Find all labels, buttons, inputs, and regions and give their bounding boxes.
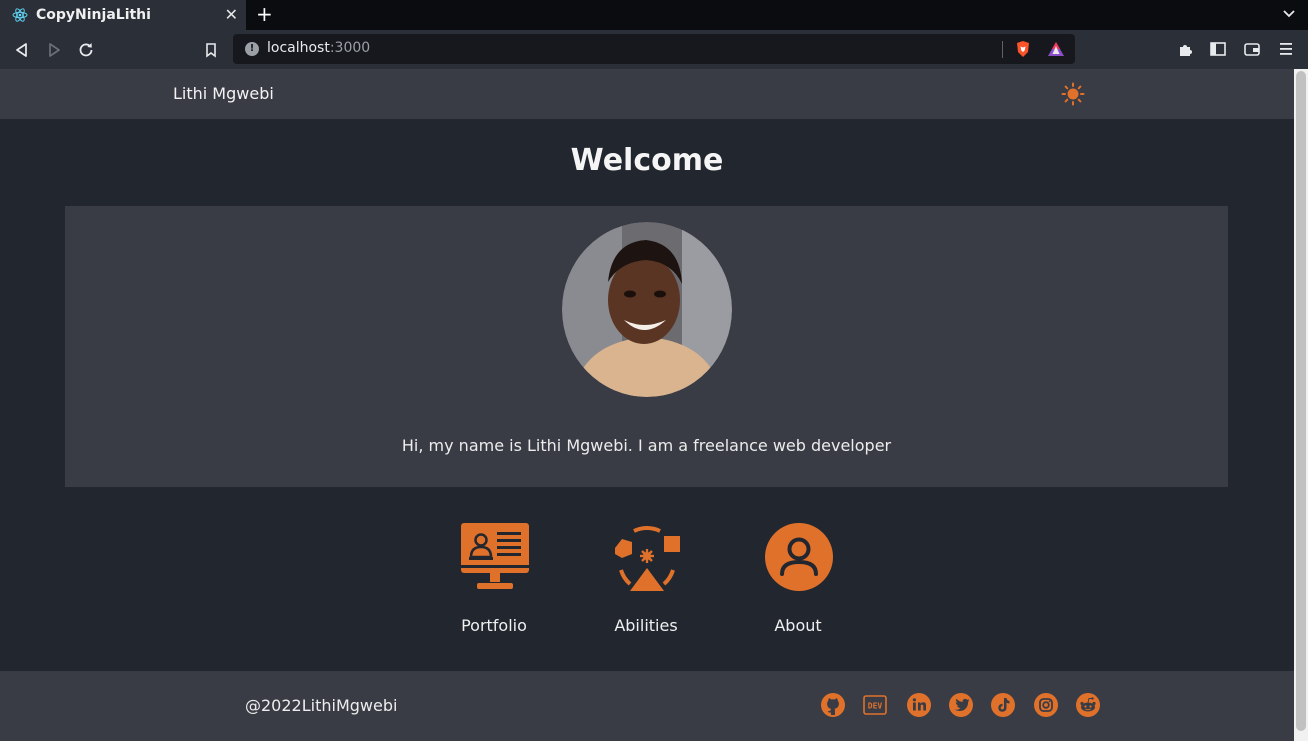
twitter-icon[interactable] — [948, 692, 974, 718]
reload-icon[interactable] — [77, 41, 95, 59]
tiktok-icon[interactable] — [990, 692, 1016, 718]
url-text[interactable]: localhost:3000 — [267, 40, 370, 56]
avatar — [562, 222, 732, 397]
site-header: Lithi Mgwebi — [0, 69, 1294, 119]
address-bar[interactable]: ! localhost:3000 — [233, 34, 1075, 64]
brave-shield-icon[interactable] — [1014, 40, 1032, 58]
monitor-profile-icon — [461, 523, 529, 589]
page-title: Welcome — [570, 143, 724, 178]
about-label: About — [774, 616, 822, 635]
site-info-icon[interactable]: ! — [245, 42, 259, 56]
url-host: localhost — [267, 40, 330, 56]
user-circle-icon — [765, 523, 833, 591]
url-divider — [1002, 41, 1003, 58]
copyright-text: @2022LithiMgwebi — [245, 696, 398, 715]
close-icon[interactable]: ✕ — [225, 6, 238, 24]
shapes-gear-icon — [615, 526, 680, 591]
sidebar-icon[interactable] — [1209, 40, 1227, 58]
abilities-card[interactable]: Abilities — [576, 522, 716, 642]
intro-text: Hi, my name is Lithi Mgwebi. I am a free… — [401, 436, 892, 455]
about-card[interactable]: About — [728, 522, 868, 642]
portfolio-card[interactable]: Portfolio — [424, 522, 564, 642]
portfolio-label: Portfolio — [461, 616, 527, 635]
scrollbar-thumb[interactable] — [1296, 71, 1306, 731]
scrollbar[interactable] — [1294, 69, 1308, 741]
browser-tab-bar: CopyNinjaLithi ✕ + — [0, 0, 1308, 30]
page: Lithi Mgwebi Welcome Hi, my name is Lith… — [0, 69, 1294, 741]
instagram-icon[interactable] — [1033, 692, 1059, 718]
browser-tab[interactable]: CopyNinjaLithi ✕ — [0, 0, 246, 30]
linkedin-icon[interactable] — [906, 692, 932, 718]
abilities-label: Abilities — [614, 616, 678, 635]
wallet-icon[interactable] — [1243, 40, 1261, 58]
svg-text:DEV: DEV — [868, 702, 883, 711]
github-icon[interactable] — [820, 692, 846, 718]
tab-title: CopyNinjaLithi — [36, 7, 151, 23]
chevron-down-icon[interactable] — [1282, 6, 1296, 20]
extensions-icon[interactable] — [1177, 40, 1195, 58]
sun-icon[interactable] — [1061, 82, 1085, 106]
site-brand[interactable]: Lithi Mgwebi — [173, 84, 274, 103]
new-tab-icon[interactable]: + — [256, 4, 273, 24]
site-footer: @2022LithiMgwebi DEV — [0, 671, 1294, 741]
brave-rewards-icon[interactable] — [1047, 40, 1065, 58]
browser-toolbar: ! localhost:3000 — [0, 30, 1308, 69]
react-icon — [12, 8, 28, 22]
reddit-icon[interactable] — [1075, 692, 1101, 718]
dev-icon[interactable]: DEV — [862, 692, 888, 718]
url-port: :3000 — [329, 40, 371, 56]
bookmark-icon[interactable] — [202, 41, 220, 59]
menu-icon[interactable] — [1277, 40, 1295, 58]
forward-icon[interactable] — [45, 41, 63, 59]
hero-panel: Hi, my name is Lithi Mgwebi. I am a free… — [65, 206, 1228, 487]
back-icon[interactable] — [13, 41, 31, 59]
